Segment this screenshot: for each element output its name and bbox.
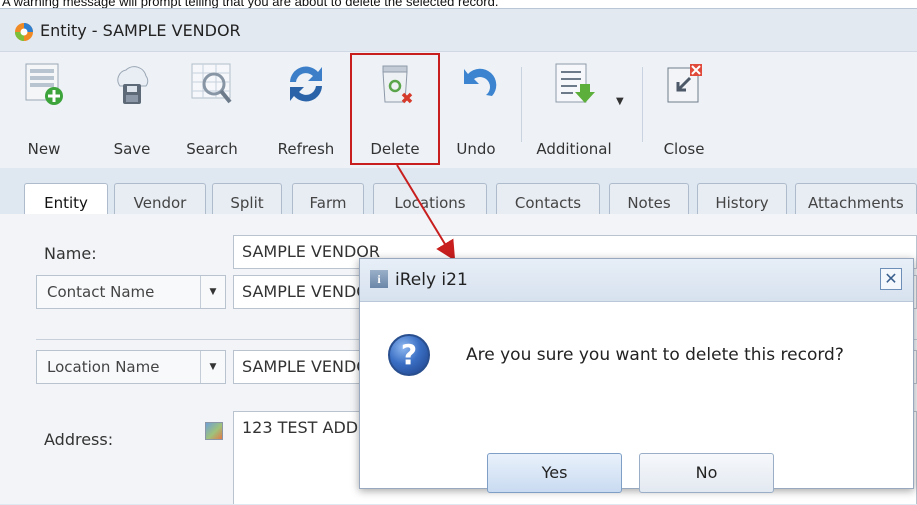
app-logo-icon (15, 23, 33, 41)
list-arrow-icon (555, 63, 595, 103)
dialog-titlebar: i iRely i21 ✕ (360, 259, 913, 302)
dialog-message: Are you sure you want to delete this rec… (466, 345, 844, 365)
undo-label: Undo (456, 140, 496, 158)
location-name-selector[interactable]: Location Name ▼ (36, 350, 226, 384)
question-icon: ? (388, 334, 430, 376)
chevron-down-icon[interactable]: ▼ (200, 351, 225, 383)
chevron-down-icon[interactable]: ▼ (616, 96, 624, 107)
save-button[interactable]: Save (104, 60, 160, 160)
delete-highlight-box (350, 53, 440, 165)
refresh-icon (290, 66, 322, 102)
yes-button[interactable]: Yes (487, 453, 622, 493)
close-label: Close (663, 140, 705, 158)
map-icon[interactable] (205, 422, 223, 440)
additional-button[interactable]: ▼ Additional (530, 60, 624, 160)
additional-label: Additional (536, 140, 612, 158)
location-name-selector-label: Location Name (47, 358, 160, 376)
address-label: Address: (44, 430, 114, 449)
toolbar-separator (521, 67, 522, 142)
window-titlebar: Entity - SAMPLE VENDOR (0, 9, 917, 51)
contact-name-selector[interactable]: Contact Name ▼ (36, 275, 226, 309)
contact-name-selector-label: Contact Name (47, 283, 155, 301)
search-label: Search (186, 140, 238, 158)
undo-button[interactable]: Undo (448, 60, 504, 160)
search-button[interactable]: Search (180, 60, 244, 160)
new-label: New (27, 140, 61, 158)
refresh-button[interactable]: Refresh (270, 60, 342, 160)
new-record-icon (25, 63, 63, 105)
close-window-icon (667, 64, 702, 103)
cloud-save-icon (117, 66, 149, 104)
info-icon: i (370, 270, 388, 288)
dialog-close-button[interactable]: ✕ (880, 268, 902, 290)
confirm-dialog: i iRely i21 ✕ ? Are you sure you want to… (359, 258, 914, 493)
save-label: Save (113, 140, 151, 158)
toolbar-separator (642, 67, 643, 142)
chevron-down-icon[interactable]: ▼ (200, 276, 225, 308)
close-button[interactable]: Close (656, 60, 712, 160)
search-grid-icon (191, 63, 232, 104)
window-title: Entity - SAMPLE VENDOR (40, 21, 241, 40)
undo-icon (464, 68, 497, 96)
new-button[interactable]: New (18, 60, 70, 160)
toolbar: New Save Search Refresh Delete Undo ▼ Ad… (0, 51, 917, 168)
dialog-title: iRely i21 (395, 270, 468, 290)
no-button[interactable]: No (639, 453, 774, 493)
refresh-label: Refresh (277, 140, 335, 158)
name-label: Name: (44, 244, 97, 263)
